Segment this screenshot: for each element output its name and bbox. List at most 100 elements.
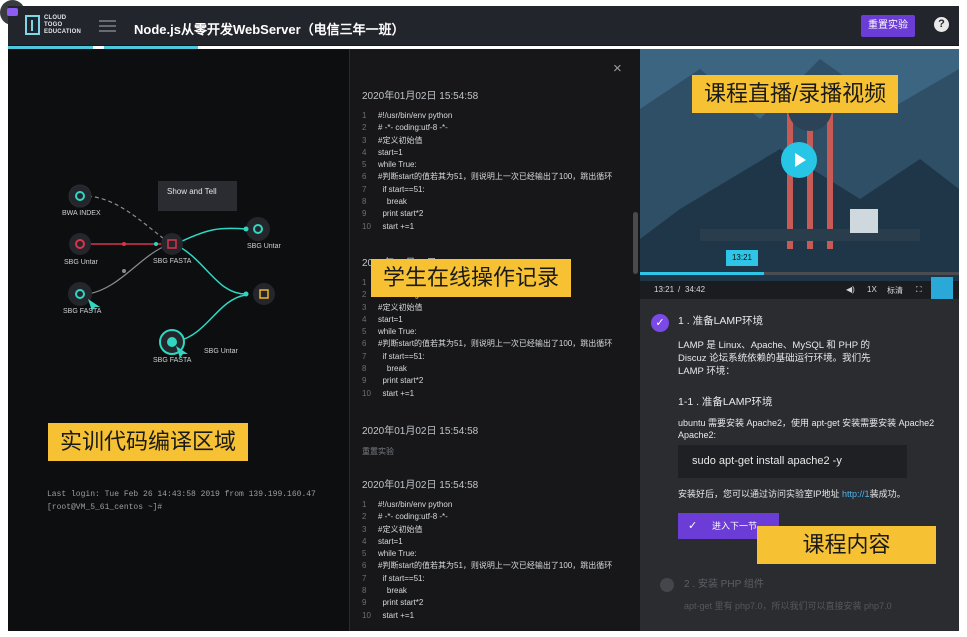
line-number: 3 (362, 135, 367, 145)
code-line: 6 #判断start的值若其为51，则说明上一次已经输出了100，跳出循环 (362, 338, 624, 350)
line-number: 4 (362, 314, 367, 324)
sbg-untar-node[interactable] (69, 233, 91, 255)
code-line: 5 while True: (362, 159, 624, 171)
code-text: print start*2 (378, 209, 424, 219)
video-controls[interactable]: 13:21 / 34:42 ◀) 1X 标清 ⛶ (640, 281, 959, 299)
log-entry: 2020年01月02日 15:54:58 重置实验 (362, 422, 624, 457)
sbg-fasta-node[interactable] (68, 282, 92, 306)
code-line: 6 #判断start的值若其为51，则说明上一次已经输出了100，跳出循环 (362, 171, 624, 183)
page-title: Node.js从零开发WebServer（电信三年一班） (134, 22, 405, 37)
code-text: #判断start的值若其为51，则说明上一次已经输出了100，跳出循环 (378, 561, 613, 571)
logo-line: EDUCATION (44, 29, 82, 35)
code-line: 5 while True: (362, 548, 624, 560)
live-video-label: 课程直播/录播视频 (692, 75, 899, 113)
course-content-label: 课程内容 (757, 526, 936, 564)
code-line: 9 print start*2 (362, 208, 624, 220)
code-text: while True: (378, 160, 417, 170)
code-line: 3 #定义初始值 (362, 135, 624, 147)
code-text: start=1 (378, 536, 403, 546)
line-number: 4 (362, 536, 367, 546)
line-number: 5 (362, 327, 367, 337)
code-text: #定义初始值 (378, 524, 423, 534)
current-time: 13:21 (654, 285, 675, 294)
merge-node[interactable] (253, 283, 275, 305)
command-block[interactable]: sudo apt-get install apache2 -y (678, 445, 907, 478)
volume-icon[interactable]: ◀) (846, 285, 855, 294)
lab-ip-link[interactable]: http://1 (842, 489, 870, 499)
line-number: 1 (362, 111, 367, 120)
line-number: 2 (362, 512, 367, 522)
code-line: 1 #!/usr/bin/env python (362, 110, 624, 122)
code-text: #判断start的值若其为51，则说明上一次已经输出了100，跳出循环 (378, 172, 613, 182)
line-number: 5 (362, 549, 367, 559)
step-desc: LAMP 环境： (678, 366, 735, 377)
sbg-fasta-center-node[interactable] (161, 233, 183, 255)
code-text: # -*- coding:utf-8 -*- (378, 512, 448, 522)
step-title: 1 . 准备LAMP环境 (678, 315, 764, 327)
node-label: SBG FASTA (153, 258, 192, 265)
line-number: 8 (362, 364, 367, 374)
play-button[interactable] (781, 142, 817, 178)
substep-desc: Apache2: (678, 430, 717, 440)
code-text: if start==51: (378, 184, 425, 194)
code-text: start +=1 (378, 388, 415, 398)
code-line: 10 start +=1 (362, 221, 624, 233)
step2-desc: apt-get 里有 php7.0，所以我们可以直接安装 php7.0 (684, 601, 892, 611)
line-number: 8 (362, 586, 367, 596)
step-desc: LAMP 是 Linux、Apache、MySQL 和 PHP 的 (678, 340, 871, 351)
node-label: BWA INDEX (62, 210, 101, 217)
code-line: 9 print start*2 (362, 597, 624, 609)
line-number: 8 (362, 197, 367, 207)
code-line: 1 #!/usr/bin/env python (362, 499, 624, 511)
line-number: 2 (362, 123, 367, 133)
code-line: 8 break (362, 196, 624, 208)
code-line: 7 if start==51: (362, 184, 624, 196)
code-text: print start*2 (378, 598, 424, 608)
close-icon[interactable]: × (613, 60, 622, 77)
terminal-prompt: [root@VM_5_61_centos ~]# (47, 503, 163, 512)
substep-desc: ubuntu 需要安装 Apache2，使用 apt-get 安装需要安装 Ap… (678, 418, 935, 428)
sbg-untar-right-node[interactable] (246, 217, 270, 241)
menu-icon[interactable] (99, 20, 116, 32)
fullscreen-icon[interactable]: ⛶ (916, 285, 922, 295)
code-area-label: 实训代码编译区域 (48, 423, 249, 461)
code-line: 10 start +=1 (362, 610, 624, 622)
code-text: #!/usr/bin/env python (378, 111, 453, 120)
node-tooltip (158, 181, 237, 211)
log-scrollbar[interactable] (633, 212, 638, 274)
workflow-canvas[interactable] (8, 49, 349, 389)
check-icon: ✓ (651, 314, 669, 332)
code-block: 1 #!/usr/bin/env python 2 # -*- coding:utf-… (362, 499, 624, 622)
bwa-index-node[interactable] (68, 184, 92, 208)
duration: 34:42 (685, 285, 706, 294)
code-block: 1 #!/usr/bin/env python 2 # -*- coding:utf-… (362, 110, 624, 233)
install-note: 安装好后，您可以通过访问实验室IP地址 http://1装成功。 (678, 488, 906, 501)
reset-lab-button[interactable]: 重置实验 (861, 15, 915, 37)
code-line: 8 break (362, 363, 624, 375)
code-text: while True: (378, 549, 417, 559)
code-text: if start==51: (378, 573, 425, 583)
line-number: 10 (362, 388, 371, 398)
code-line: 5 while True: (362, 326, 624, 338)
pin-icon[interactable] (931, 277, 953, 299)
node-label: SBG FASTA (63, 308, 102, 315)
code-text: #定义初始值 (378, 135, 423, 145)
code-text: print start*2 (378, 376, 424, 386)
step2-indicator (660, 578, 674, 592)
tooltip-text: Show and Tell (167, 187, 217, 196)
terminal-output[interactable]: Last login: Tue Feb 26 14:43:58 2019 fro… (47, 488, 316, 514)
quality-selector[interactable]: 标清 (887, 285, 903, 296)
line-number: 6 (362, 339, 367, 349)
line-number: 3 (362, 302, 367, 312)
speed-selector[interactable]: 1X (867, 285, 877, 294)
node-label: SBG FASTA (153, 357, 192, 364)
line-number: 5 (362, 160, 367, 170)
line-number: 6 (362, 561, 367, 571)
operation-log-label: 学生在线操作记录 (371, 259, 572, 297)
line-number: 9 (362, 376, 367, 386)
substep-title: 1-1 . 准备LAMP环境 (678, 396, 773, 408)
help-icon[interactable]: ? (934, 17, 949, 32)
install-note-text: 安装好后，您可以通过访问实验室IP地址 (678, 489, 840, 499)
code-line: 4 start=1 (362, 147, 624, 159)
code-text: break (378, 197, 407, 207)
